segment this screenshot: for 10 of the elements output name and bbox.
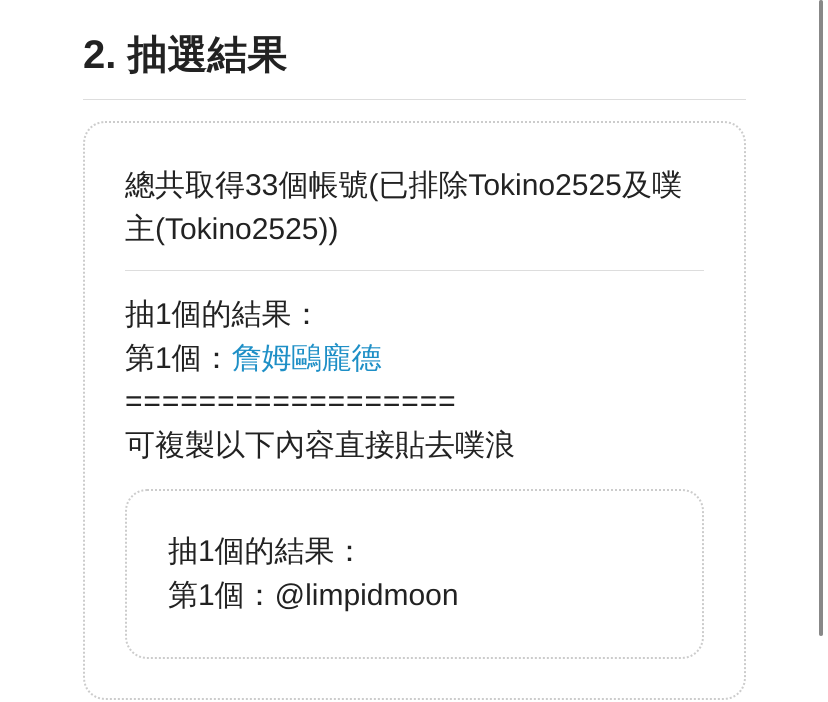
section-heading: 2. 抽選結果 (83, 32, 746, 100)
winner-link[interactable]: 詹姆鷗龐德 (232, 342, 382, 374)
copy-line: 抽1個的結果： (168, 534, 365, 570)
copy-hint: 可複製以下內容直接貼去噗浪 (125, 428, 516, 464)
result-title: 抽1個的結果： (125, 297, 323, 333)
separator-text: ================== (125, 384, 458, 420)
copy-line: 第1個：@limpidmoon (168, 578, 459, 614)
scrollbar-thumb[interactable] (819, 0, 823, 636)
summary-text: 總共取得33個帳號(已排除Tokino2525及噗主(Tokino2525)) (125, 168, 683, 248)
rank-label: 第1個： (125, 342, 232, 374)
